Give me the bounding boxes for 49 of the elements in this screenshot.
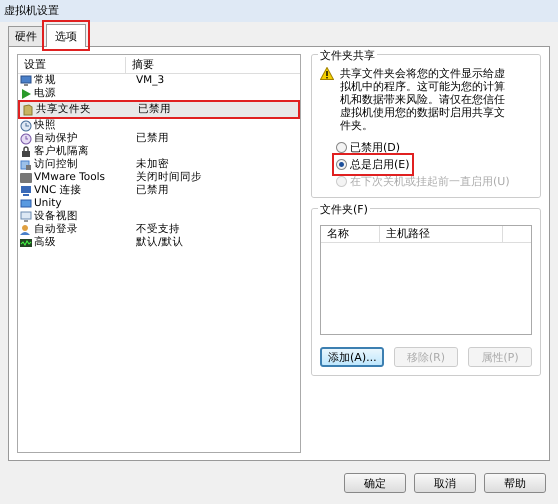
setting-summary: VM_3 — [135, 74, 164, 87]
settings-row[interactable]: Unity — [18, 197, 300, 210]
column-header: 摘要 — [131, 57, 154, 73]
settings-row[interactable]: 常规 VM_3 — [18, 74, 300, 87]
dialog-button[interactable]: 确定 — [344, 473, 406, 493]
column-header: 主机路径 — [380, 226, 503, 242]
settings-row[interactable]: 快照 — [18, 119, 300, 132]
dialog-button[interactable]: 取消 — [414, 473, 476, 493]
group-title: 文件夹(F) — [318, 202, 370, 217]
folder-button[interactable]: 添加(A)... — [320, 347, 384, 367]
setting-name: 自动登录 — [34, 223, 78, 236]
setting-name: 常规 — [34, 74, 56, 87]
window-title: 虚拟机设置 — [0, 0, 558, 22]
setting-summary: 不受支持 — [135, 223, 180, 236]
settings-row[interactable]: 自动保护 已禁用 — [18, 132, 300, 145]
warning-text: 共享文件夹会将您的文件显示给虚拟机中的程序。这可能为您的计算机和数据带来风险。请仅在您信任虚拟机使用您的数据时启用共享文件夹。 — [340, 67, 506, 132]
setting-name: 客户机隔离 — [34, 145, 89, 158]
settings-row[interactable]: VNC 连接 已禁用 — [18, 184, 300, 197]
group-title: 文件夹共享 — [318, 48, 377, 63]
settings-row[interactable]: 电源 — [18, 87, 300, 100]
setting-summary: 已禁用 — [135, 132, 169, 145]
setting-name: 设备视图 — [34, 210, 78, 223]
settings-row[interactable]: VMware Tools 关闭时间同步 — [18, 171, 300, 184]
setting-name: Unity — [34, 197, 62, 210]
setting-summary: 关闭时间同步 — [135, 171, 202, 184]
setting-name: VNC 连接 — [34, 184, 82, 197]
setting-name: 访问控制 — [34, 158, 78, 171]
setting-summary: 已禁用 — [137, 103, 171, 116]
setting-name: 共享文件夹 — [36, 103, 91, 116]
setting-summary: 已禁用 — [135, 184, 169, 197]
setting-name: 电源 — [34, 87, 56, 100]
tab[interactable]: 硬件 — [8, 26, 44, 46]
settings-row[interactable]: 设备视图 — [18, 210, 300, 223]
column-header: 名称 — [321, 226, 380, 242]
dialog-button[interactable]: 帮助 — [484, 473, 546, 493]
settings-row[interactable]: 高级 默认/默认 — [18, 236, 300, 249]
settings-row[interactable]: 访问控制 未加密 — [18, 158, 300, 171]
settings-row[interactable]: 共享文件夹 已禁用 — [18, 100, 300, 119]
settings-row[interactable]: 客户机隔离 — [18, 145, 300, 158]
column-header: 设置 — [18, 57, 126, 73]
setting-name: 自动保护 — [34, 132, 78, 145]
settings-row[interactable]: 自动登录 不受支持 — [18, 223, 300, 236]
setting-name: VMware Tools — [34, 171, 106, 184]
setting-name: 高级 — [34, 236, 56, 249]
setting-summary: 未加密 — [135, 158, 169, 171]
setting-summary: 默认/默认 — [135, 236, 184, 249]
radio-option[interactable]: 总是启用(E) — [336, 157, 410, 172]
radio-option[interactable]: 已禁用(D) — [336, 140, 400, 155]
setting-name: 快照 — [34, 119, 56, 132]
